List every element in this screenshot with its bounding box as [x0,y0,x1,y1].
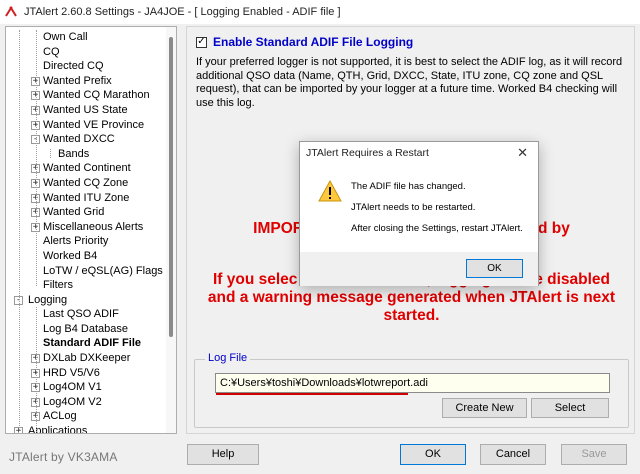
tree-item[interactable]: + Miscellaneous Alerts [6,220,166,235]
tree-item[interactable]: + Applications [6,424,166,433]
tree-item-label: DXLab DXKeeper [43,352,131,365]
app-icon [4,5,18,19]
tree-item-label: Wanted Continent [43,162,131,175]
tree-item[interactable]: Bands [6,147,166,162]
check-mark-icon: ✓ [197,36,206,47]
tree-item-label: HRD V5/V6 [43,366,100,379]
tree-item[interactable]: + Wanted Grid [6,205,166,220]
tree-item[interactable]: + Wanted ITU Zone [6,191,166,206]
tree-item[interactable]: + Wanted CQ Marathon [6,88,166,103]
tree-item[interactable]: Alerts Priority [6,234,166,249]
tree-item-label: Logging [28,293,68,306]
tree-item-label: ACLog [43,410,77,423]
tree-item-label: Worked B4 [43,249,98,262]
tree-item[interactable]: + Wanted VE Province [6,118,166,133]
tree-item-label: Log4OM V1 [43,381,102,394]
tree-item[interactable]: Worked B4 [6,249,166,264]
dialog-message-line-3: After closing the Settings, restart JTAl… [351,223,523,234]
tree-item[interactable]: Standard ADIF File [6,336,166,351]
enable-adif-logging-row[interactable]: ✓ Enable Standard ADIF File Logging [196,35,413,49]
log-file-path-input[interactable]: C:¥Users¥toshi¥Downloads¥lotwreport.adi [215,373,610,393]
log-file-group: Log File C:¥Users¥toshi¥Downloads¥lotwre… [194,352,629,428]
tree-item[interactable]: Filters [6,278,166,293]
tree-item[interactable]: + Log4OM V2 [6,395,166,410]
tree-scrollbar-thumb[interactable] [169,37,173,337]
tree-item[interactable]: Own Call [6,30,166,45]
enable-adif-logging-checkbox[interactable]: ✓ [196,36,207,48]
dialog-ok-button[interactable]: OK [466,259,523,278]
tree-item[interactable]: + HRD V5/V6 [6,366,166,381]
brand-label: JTAlert by VK3AMA [9,450,118,464]
window-title: JTAlert 2.60.8 Settings - JA4JOE - [ Log… [24,6,341,18]
tree-connector-line [36,306,37,433]
tree-connector-line [50,148,51,158]
tree-connector-line [19,30,20,431]
tree-item-label: Wanted ITU Zone [43,191,130,204]
tree-item[interactable]: + Wanted Prefix [6,74,166,89]
ok-button[interactable]: OK [400,444,466,465]
tree-item-label: Directed CQ [43,60,104,73]
tree-item-label: Wanted Prefix [43,74,112,87]
select-button[interactable]: Select [531,398,609,418]
close-icon[interactable]: ✕ [517,145,528,161]
tree-item[interactable]: + ACLog [6,409,166,424]
tree-item-label: Own Call [43,31,88,43]
tree-item-label: Filters [43,279,73,292]
tree-scrollbar[interactable] [166,27,176,433]
tree-item-label: Wanted VE Province [43,118,145,131]
save-button[interactable]: Save [561,444,627,465]
tree-connector-line [36,30,37,287]
tree-item-label: Wanted CQ Zone [43,176,129,189]
tree-item-label: LoTW / eQSL(AG) Flags [43,264,163,277]
restart-dialog: JTAlert Requires a Restart ✕ The ADIF fi… [299,141,539,286]
tree-item-label: Wanted US State [43,103,128,116]
tree-item[interactable]: + Log4OM V1 [6,380,166,395]
help-button[interactable]: Help [187,444,259,465]
create-new-button[interactable]: Create New [442,398,527,418]
enable-adif-logging-label[interactable]: Enable Standard ADIF File Logging [213,35,413,49]
warning-icon [318,179,342,205]
tree-item-label: Standard ADIF File [43,337,141,350]
dialog-body: The ADIF file has changed. JTAlert needs… [300,164,538,252]
cancel-button[interactable]: Cancel [480,444,546,465]
path-underline-annotation [216,393,408,395]
tree-item[interactable]: + DXLab DXKeeper [6,351,166,366]
tree-item[interactable]: - Logging [6,293,166,308]
tree-item[interactable]: - Wanted DXCC [6,132,166,147]
title-bar: JTAlert 2.60.8 Settings - JA4JOE - [ Log… [0,0,640,24]
tree-item-label: Log B4 Database [43,322,129,335]
tree-item-label: Last QSO ADIF [43,308,119,321]
dialog-message-line-1: The ADIF file has changed. [351,181,466,192]
tree-item-label: Miscellaneous Alerts [43,220,144,233]
tree-item[interactable]: + Wanted US State [6,103,166,118]
tree-item[interactable]: CQ [6,45,166,60]
tree-item-label: Alerts Priority [43,235,109,248]
settings-tree[interactable]: Own Call CQ Directed CQ + Wanted Prefix + Want… [5,26,177,434]
tree-item-label: Wanted CQ Marathon [43,89,150,102]
dialog-title: JTAlert Requires a Restart [306,147,429,159]
tree-list: Own Call CQ Directed CQ + Wanted Prefix + Want… [6,30,166,433]
log-file-legend: Log File [205,352,251,364]
tree-item-label: Wanted Grid [43,206,105,219]
dialog-message-line-2: JTAlert needs to be restarted. [351,202,476,213]
tree-item-label: Log4OM V2 [43,395,102,408]
tree-item[interactable]: + Wanted Continent [6,161,166,176]
dialog-title-bar: JTAlert Requires a Restart ✕ [300,142,538,164]
tree-item-label: Wanted DXCC [43,133,115,146]
dialog-button-bar: OK [300,252,538,286]
tree-item[interactable]: LoTW / eQSL(AG) Flags [6,264,166,279]
adif-description: If your preferred logger is not supporte… [196,56,623,109]
tree-item-label: Bands [58,147,90,160]
tree-item[interactable]: Log B4 Database [6,322,166,337]
tree-item-label: CQ [43,45,60,58]
tree-item[interactable]: Last QSO ADIF [6,307,166,322]
tree-item[interactable]: + Wanted CQ Zone [6,176,166,191]
tree-item[interactable]: Directed CQ [6,59,166,74]
